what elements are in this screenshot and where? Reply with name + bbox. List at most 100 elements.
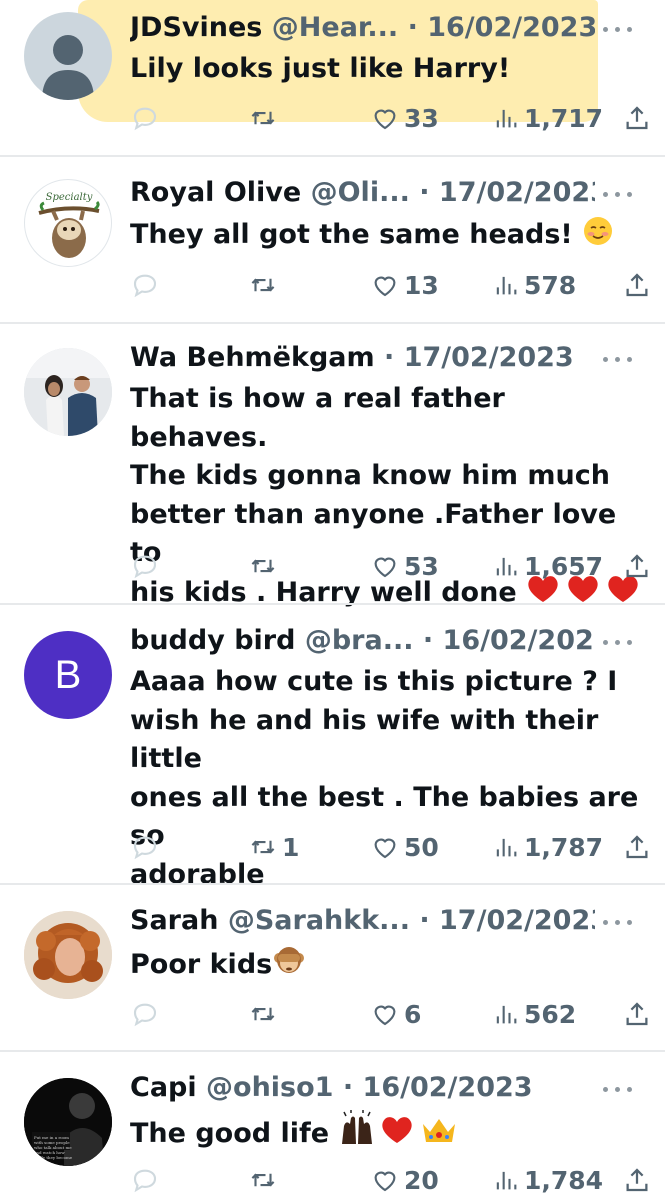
tweet-date[interactable]: · 17/02/2023 [419,177,595,208]
tweet[interactable]: Wa Behmëkgam · 17/02/2023 That is how a … [0,324,665,608]
avatar[interactable] [24,348,112,436]
reply-button[interactable] [130,265,164,305]
like-button[interactable]: 20 [370,1160,439,1200]
author-name[interactable]: Wa Behmëkgam [130,342,375,373]
views-button[interactable]: 1,784 [492,1160,603,1200]
views-button[interactable]: 1,787 [492,827,603,867]
share-button[interactable] [622,994,652,1034]
avatar-logo-text: Specialty [46,192,93,203]
retweet-button[interactable] [248,98,282,138]
share-icon [626,554,648,578]
views-chart-icon [496,1005,517,1024]
tweet-text-line: wish he and his wife with their little [130,704,599,775]
reply-button[interactable] [130,827,164,867]
author-handle[interactable]: @Oli... [311,177,410,208]
views-button[interactable]: 578 [492,265,576,305]
retweet-count: 1 [282,832,300,862]
like-button[interactable]: 13 [370,265,439,305]
more-options-icon[interactable] [603,354,637,364]
red-heart-emoji [382,1117,413,1143]
avatar[interactable]: B [24,631,112,719]
reply-icon [133,1169,157,1193]
share-button[interactable] [622,265,652,305]
view-count: 1,787 [524,832,604,862]
tweet[interactable]: JDSvines @Hear... · 16/02/2023 Lily look… [0,0,665,155]
tweet-text-line: Lily looks just like Harry! [130,53,511,84]
like-button[interactable]: 50 [370,827,439,867]
retweet-button[interactable]: 1 [248,827,299,867]
tweet-header: Capi @ohiso1 · 16/02/2023 [130,1072,595,1103]
author-handle[interactable]: @ohiso1 [206,1072,333,1103]
views-button[interactable]: 562 [492,994,576,1034]
tweet-header: buddy bird @bra... · 16/02/2023 [130,625,595,656]
retweet-button[interactable] [248,1160,282,1200]
retweet-icon [251,559,275,573]
view-count: 1,657 [524,551,604,581]
author-name[interactable]: Royal Olive [130,177,301,208]
tweet-text: They all got the same heads! [130,215,650,255]
tweet-date[interactable]: · 17/02/2023 [419,905,595,936]
like-button[interactable]: 6 [370,994,421,1034]
retweet-icon [251,1173,275,1187]
avatar[interactable] [24,12,112,100]
share-button[interactable] [622,546,652,586]
more-options-icon[interactable] [603,24,637,34]
more-options-icon[interactable] [603,917,637,927]
author-name[interactable]: Capi [130,1072,197,1103]
tweet-actions: 13 578 [130,265,655,305]
tweet-date[interactable]: · 16/02/2023 [408,12,595,43]
photo-avatar [24,348,112,436]
author-name[interactable]: buddy bird [130,625,295,656]
share-button[interactable] [622,827,652,867]
view-count: 578 [524,270,577,300]
tweet-actions: 1 50 1,787 [130,827,655,867]
reply-button[interactable] [130,994,164,1034]
like-count: 53 [404,551,439,581]
reply-button[interactable] [130,546,164,586]
more-options-icon[interactable] [603,637,637,647]
reply-icon [133,107,157,131]
tweet-text-line: Poor kids [130,949,273,980]
view-count: 562 [524,999,577,1029]
share-button[interactable] [622,1160,652,1200]
tweet[interactable]: Sarah @Sarahkk... · 17/02/2023 Poor kids… [0,885,665,1050]
tweet-date[interactable]: · 16/02/2023 [343,1072,533,1103]
author-name[interactable]: Sarah [130,905,218,936]
reply-button[interactable] [130,1160,164,1200]
more-options-icon[interactable] [603,189,637,199]
views-button[interactable]: 1,657 [492,546,603,586]
share-icon [626,106,648,130]
tweet[interactable]: Specialty Royal Olive @Oli... · 17/02/20… [0,157,665,322]
avatar[interactable]: Specialty [24,179,112,267]
author-name[interactable]: JDSvines [130,12,262,43]
view-count: 1,784 [524,1165,604,1195]
like-button[interactable]: 33 [370,98,439,138]
tweet-text: Lily looks just like Harry! [130,50,650,89]
tweet-text: Poor kids [130,943,650,985]
heart-icon [374,276,396,297]
share-icon [626,1002,648,1026]
views-button[interactable]: 1,717 [492,98,603,138]
avatar-caption: Put me in a room with some people who ta… [34,1135,73,1160]
share-button[interactable] [622,98,652,138]
tweet-date[interactable]: · 17/02/2023 [384,342,574,373]
views-chart-icon [496,557,517,576]
like-count: 20 [404,1165,439,1195]
like-button[interactable]: 53 [370,546,439,586]
tweet-date[interactable]: · 16/02/2023 [423,625,595,656]
more-options-icon[interactable] [603,1084,637,1094]
author-handle[interactable]: @Sarahkk... [228,905,410,936]
retweet-button[interactable] [248,265,282,305]
tweet[interactable]: Put me in a room with some people who ta… [0,1052,665,1200]
author-handle[interactable]: @Hear... [272,12,398,43]
avatar[interactable]: Put me in a room with some people who ta… [24,1078,112,1166]
retweet-icon [251,111,275,125]
retweet-button[interactable] [248,994,282,1034]
heart-icon [374,1005,396,1026]
avatar[interactable] [24,911,112,999]
author-handle[interactable]: @bra... [305,625,414,656]
reply-button[interactable] [130,98,164,138]
tweet[interactable]: B buddy bird @bra... · 16/02/2023 Aaaa h… [0,605,665,890]
views-chart-icon [496,276,517,295]
retweet-button[interactable] [248,546,282,586]
